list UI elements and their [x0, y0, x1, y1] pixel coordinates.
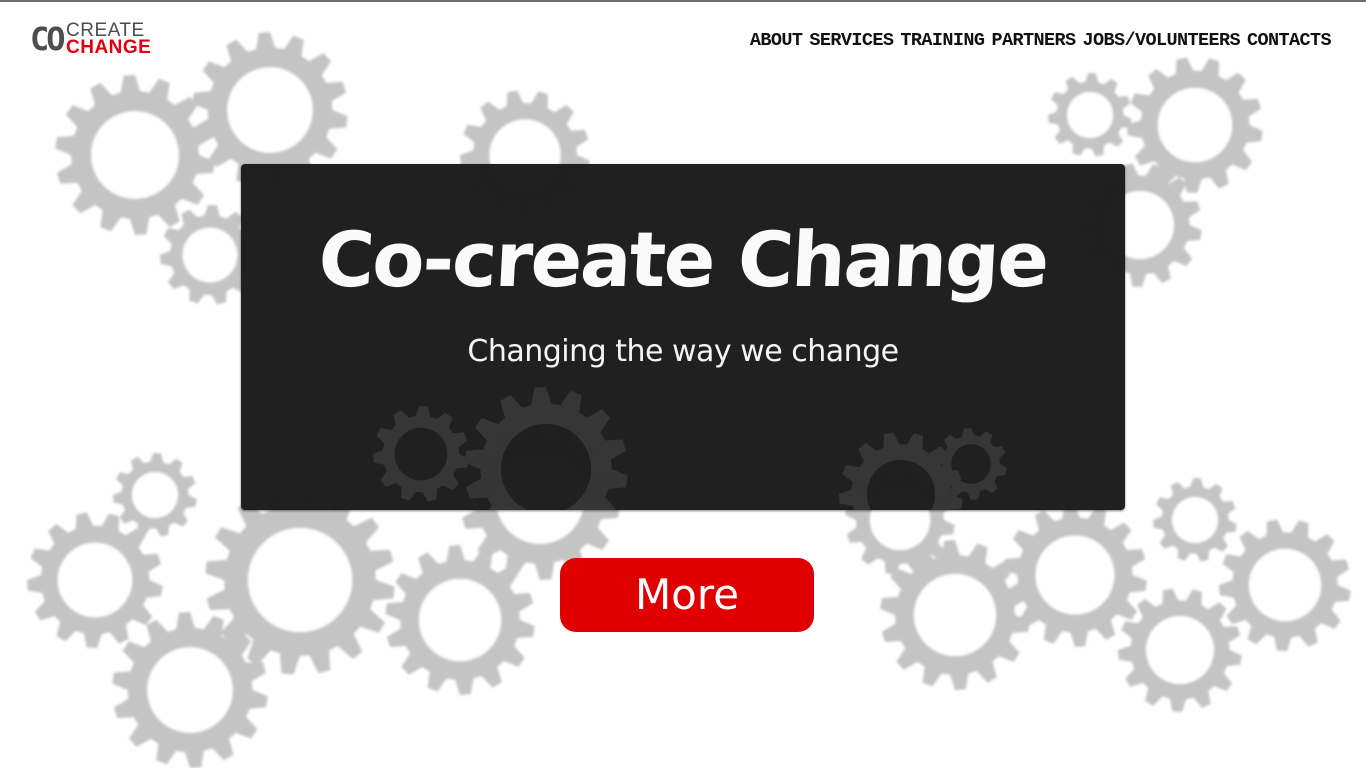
gear-icon — [55, 75, 215, 235]
nav-training-link[interactable]: TRAINING — [900, 30, 985, 51]
hero-title: Co-create Change — [316, 215, 1050, 304]
gear-icon — [27, 512, 163, 648]
nav-contacts-link[interactable]: CONTACTS — [1247, 30, 1332, 51]
nav-partners-link[interactable]: PARTNERS — [991, 30, 1076, 51]
gear-icon — [373, 406, 469, 502]
logo-change-text: CHANGE — [66, 37, 152, 58]
main-nav: ABOUT SERVICES TRAINING PARTNERS JOBS/VO… — [750, 30, 1332, 51]
more-button[interactable]: More — [560, 558, 814, 632]
gear-icon — [464, 387, 628, 510]
gear-icon — [1048, 73, 1132, 157]
gear-icon — [113, 453, 197, 537]
gear-icon — [1118, 588, 1242, 712]
hero-panel: Co-create Change Changing the way we cha… — [241, 164, 1125, 510]
logo[interactable]: CO CREATE CHANGE — [30, 20, 170, 60]
nav-services-link[interactable]: SERVICES — [809, 30, 894, 51]
nav-about-link[interactable]: ABOUT — [750, 30, 803, 51]
gear-icon — [1153, 478, 1237, 562]
gear-icon — [112, 612, 268, 768]
logo-co-mark: CO — [30, 20, 65, 58]
gear-icon — [1127, 57, 1263, 193]
nav-jobs-volunteers-link[interactable]: JOBS/VOLUNTEERS — [1082, 30, 1240, 51]
hero-subtitle: Changing the way we change — [467, 334, 899, 369]
